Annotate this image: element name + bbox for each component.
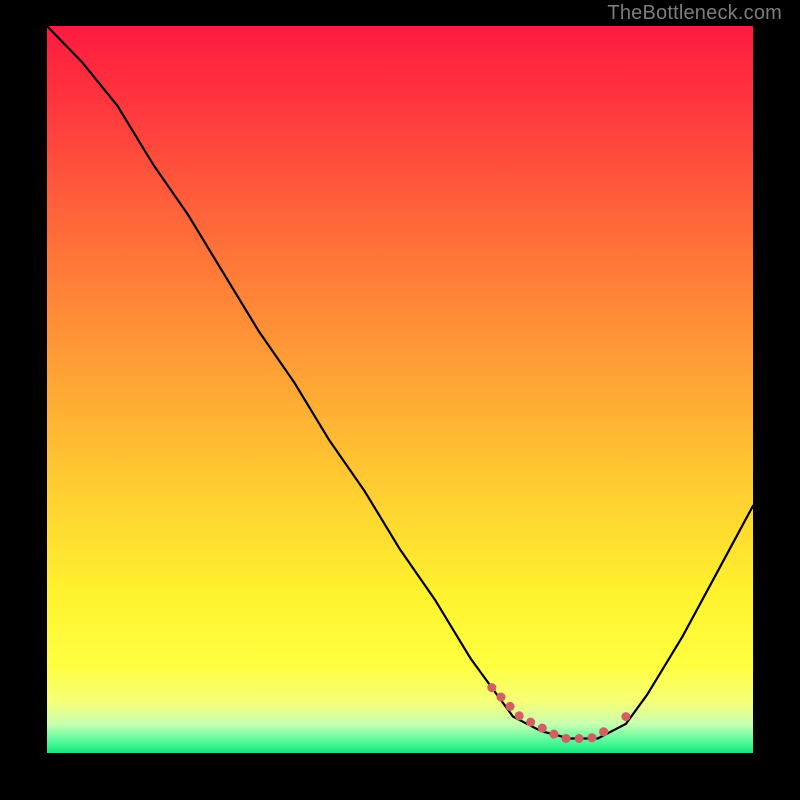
bottleneck-curve bbox=[47, 26, 753, 753]
watermark-text: TheBottleneck.com bbox=[607, 2, 782, 25]
plot-area bbox=[47, 26, 753, 753]
chart-container: TheBottleneck.com bbox=[0, 0, 800, 800]
